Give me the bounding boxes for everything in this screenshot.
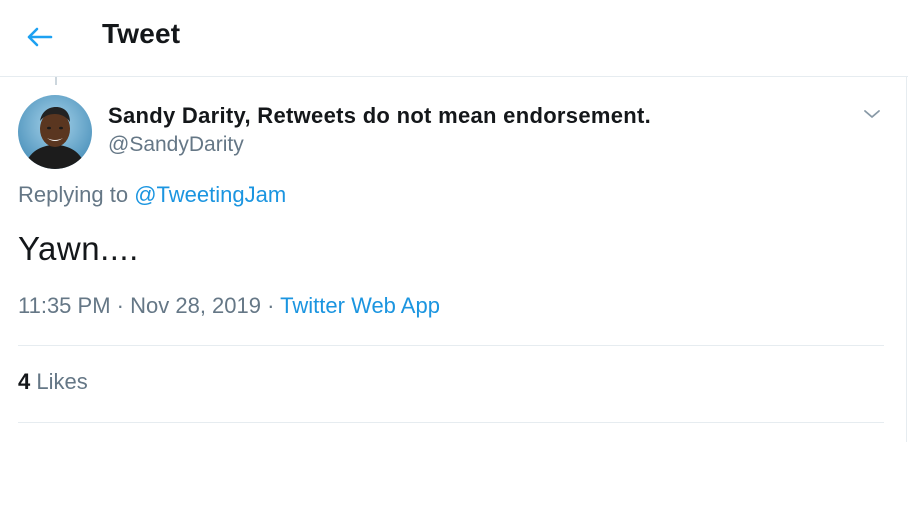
tweet-metadata: 11:35 PM · Nov 28, 2019 · Twitter Web Ap… [18,293,440,319]
likes-label: Likes [36,369,88,394]
avatar-photo [18,95,92,169]
avatar[interactable] [18,95,92,169]
back-button[interactable] [22,20,56,54]
tweet-time[interactable]: 11:35 PM [18,293,111,318]
replying-to-handle-link[interactable]: @TweetingJam [134,182,286,207]
likes-stat[interactable]: 4 Likes [18,369,88,395]
tweet-date[interactable]: Nov 28, 2019 [130,293,261,318]
replying-to: Replying to @TweetingJam [18,182,286,208]
page-header: Tweet [0,0,910,76]
header-divider [0,76,908,77]
thread-connector [55,77,57,85]
author-display-name[interactable]: Sandy Darity, Retweets do not mean endor… [108,103,651,129]
divider [18,345,884,346]
arrow-left-icon [27,27,53,47]
chevron-down-icon [864,110,880,118]
replying-to-label: Replying to [18,182,129,207]
divider [18,422,884,423]
tweet-text: Yawn.... [18,230,139,267]
tweet-source-link[interactable]: Twitter Web App [280,293,440,318]
meta-separator: · [116,293,124,318]
tweet-author[interactable]: Sandy Darity, Retweets do not mean endor… [108,103,651,159]
page-title: Tweet [102,18,181,49]
tweet-menu-button[interactable] [860,102,884,126]
author-handle[interactable]: @SandyDarity [108,131,651,159]
meta-separator: · [267,293,275,318]
likes-count: 4 [18,369,31,394]
column-border [906,76,907,442]
